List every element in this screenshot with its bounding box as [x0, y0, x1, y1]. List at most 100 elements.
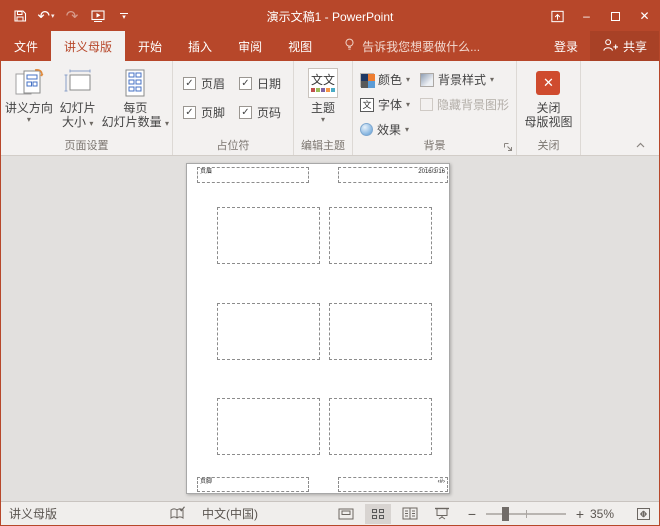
zoom-slider[interactable] [486, 513, 566, 515]
effects-dropdown-icon: ▾ [405, 125, 409, 135]
handout-orientation-button[interactable]: 讲义方向 ▾ [3, 63, 55, 125]
effects-icon [360, 123, 373, 136]
background-dialog-launcher-icon[interactable] [502, 141, 514, 153]
undo-icon[interactable]: ↶▾ [35, 5, 57, 27]
hide-background-graphics-row[interactable]: 隐藏背景图形 [417, 92, 512, 117]
slide-placeholder-5[interactable] [217, 398, 320, 455]
slides-per-page-dropdown-icon: ▾ [165, 119, 169, 128]
tab-handout-master[interactable]: 讲义母版 [51, 31, 125, 61]
slide-placeholder-3[interactable] [217, 303, 320, 360]
slide-size-button[interactable]: 幻灯片 大小 ▾ [55, 63, 101, 129]
footer-checkbox-label: 页脚 [201, 104, 225, 121]
colors-dropdown-icon: ▾ [406, 75, 410, 85]
slide-sorter-view-icon[interactable] [365, 504, 391, 524]
spell-check-icon[interactable] [169, 506, 186, 521]
hide-background-graphics-checkbox[interactable] [420, 98, 433, 111]
tell-me-label: 告诉我您想要做什么... [362, 38, 480, 55]
footer-placeholder[interactable]: 页脚 [197, 477, 309, 492]
page-number-placeholder[interactable]: ‹#› [338, 477, 448, 492]
close-master-view-button[interactable]: ✕ 关闭 母版视图 [520, 63, 576, 129]
ribbon: 讲义方向 ▾ 幻灯片 大小 ▾ [1, 61, 659, 156]
slides-per-page-label-1: 每页 [123, 101, 147, 115]
save-icon[interactable] [9, 5, 31, 27]
titlebar-account-area: 登录 共享 [542, 31, 659, 61]
customize-quick-access-icon[interactable]: ▾ [113, 5, 135, 27]
close-icon[interactable]: ✕ [630, 1, 659, 31]
quick-access-toolbar: ↶▾ ↷ ▾ [1, 5, 135, 27]
header-checkbox-label: 页眉 [201, 75, 225, 92]
share-button[interactable]: 共享 [590, 31, 659, 61]
page-number-checkbox-label: 页码 [257, 104, 281, 121]
tab-review[interactable]: 审阅 [225, 31, 275, 61]
page-number-checkbox[interactable] [239, 106, 252, 119]
sign-in-button[interactable]: 登录 [542, 31, 590, 61]
ribbon-tab-row: 文件 讲义母版 开始 插入 审阅 视图 告诉我您想要做什么... 登录 共享 [1, 31, 659, 61]
ribbon-empty-area [581, 61, 659, 155]
footer-checkbox[interactable] [183, 106, 196, 119]
handout-orientation-label: 讲义方向 [5, 101, 53, 115]
status-language[interactable]: 中文(中国) [202, 505, 258, 522]
slide-placeholder-4[interactable] [329, 303, 432, 360]
slide-placeholder-2[interactable] [329, 207, 432, 264]
slide-placeholder-1[interactable] [217, 207, 320, 264]
powerpoint-window: ↶▾ ↷ ▾ 演示文稿1 - PowerPoint – ✕ 文件 讲义母版 开始… [0, 0, 660, 526]
date-checkbox[interactable] [239, 77, 252, 90]
share-label: 共享 [623, 38, 647, 55]
zoom-slider-thumb[interactable] [502, 507, 509, 521]
handout-master-page[interactable]: 页眉 2016/3/16 页脚 ‹#› [186, 163, 450, 494]
fonts-label: 字体 [378, 96, 402, 113]
background-styles-icon [420, 73, 434, 87]
minimize-icon[interactable]: – [572, 1, 601, 31]
tell-me-box[interactable]: 告诉我您想要做什么... [343, 31, 480, 61]
redo-icon[interactable]: ↷ [61, 5, 83, 27]
date-checkbox-row[interactable]: 日期 [239, 75, 281, 92]
background-styles-button[interactable]: 背景样式 ▾ [417, 67, 512, 92]
header-placeholder[interactable]: 页眉 [197, 167, 309, 183]
themes-dropdown-icon: ▾ [321, 115, 325, 125]
zoom-out-button[interactable]: − [466, 506, 478, 522]
tab-insert[interactable]: 插入 [175, 31, 225, 61]
header-checkbox-row[interactable]: 页眉 [183, 75, 225, 92]
date-placeholder[interactable]: 2016/3/16 [338, 167, 448, 183]
group-label-edit-theme: 编辑主题 [294, 137, 352, 153]
group-label-page-setup: 页面设置 [1, 137, 172, 153]
slides-per-page-button[interactable]: 每页 幻灯片数量 ▾ [101, 63, 170, 129]
tab-home[interactable]: 开始 [125, 31, 175, 61]
editing-canvas[interactable]: 页眉 2016/3/16 页脚 ‹#› [1, 156, 659, 501]
fonts-button[interactable]: 文 字体 ▾ [357, 92, 413, 117]
start-slideshow-icon[interactable] [87, 5, 109, 27]
tab-view[interactable]: 视图 [275, 31, 325, 61]
fit-to-window-icon[interactable] [636, 507, 651, 521]
handout-orientation-icon [13, 66, 45, 100]
normal-view-icon[interactable] [333, 504, 359, 524]
tab-file[interactable]: 文件 [1, 31, 51, 61]
group-placeholders: 页眉 日期 页脚 页码 占位符 [173, 61, 294, 155]
themes-icon: 文文 [308, 68, 338, 98]
themes-button[interactable]: 文文 主题 ▾ [300, 63, 346, 125]
hide-background-graphics-label: 隐藏背景图形 [437, 96, 509, 113]
slide-show-icon[interactable] [429, 504, 455, 524]
group-label-close: 关闭 [517, 137, 580, 153]
date-checkbox-label: 日期 [257, 75, 281, 92]
group-close: ✕ 关闭 母版视图 关闭 [517, 61, 581, 155]
ribbon-display-options-icon[interactable] [543, 1, 572, 31]
zoom-level[interactable]: 35% [590, 507, 626, 521]
fonts-dropdown-icon: ▾ [406, 100, 410, 110]
reading-view-icon[interactable] [397, 504, 423, 524]
background-styles-dropdown-icon: ▾ [490, 75, 494, 85]
group-edit-theme: 文文 主题 ▾ 编辑主题 [294, 61, 353, 155]
close-master-view-icon: ✕ [536, 71, 560, 95]
slide-size-label-1: 幻灯片 [60, 101, 96, 115]
lightbulb-icon [343, 37, 356, 55]
slide-placeholder-6[interactable] [329, 398, 432, 455]
maximize-icon[interactable] [601, 1, 630, 31]
status-view-name: 讲义母版 [9, 505, 57, 522]
header-checkbox[interactable] [183, 77, 196, 90]
collapse-ribbon-icon[interactable] [636, 137, 645, 151]
footer-checkbox-row[interactable]: 页脚 [183, 104, 225, 121]
zoom-in-button[interactable]: + [574, 506, 586, 522]
page-number-checkbox-row[interactable]: 页码 [239, 104, 281, 121]
effects-label: 效果 [377, 121, 401, 138]
themes-label: 主题 [311, 101, 335, 115]
colors-button[interactable]: 颜色 ▾ [357, 67, 413, 92]
